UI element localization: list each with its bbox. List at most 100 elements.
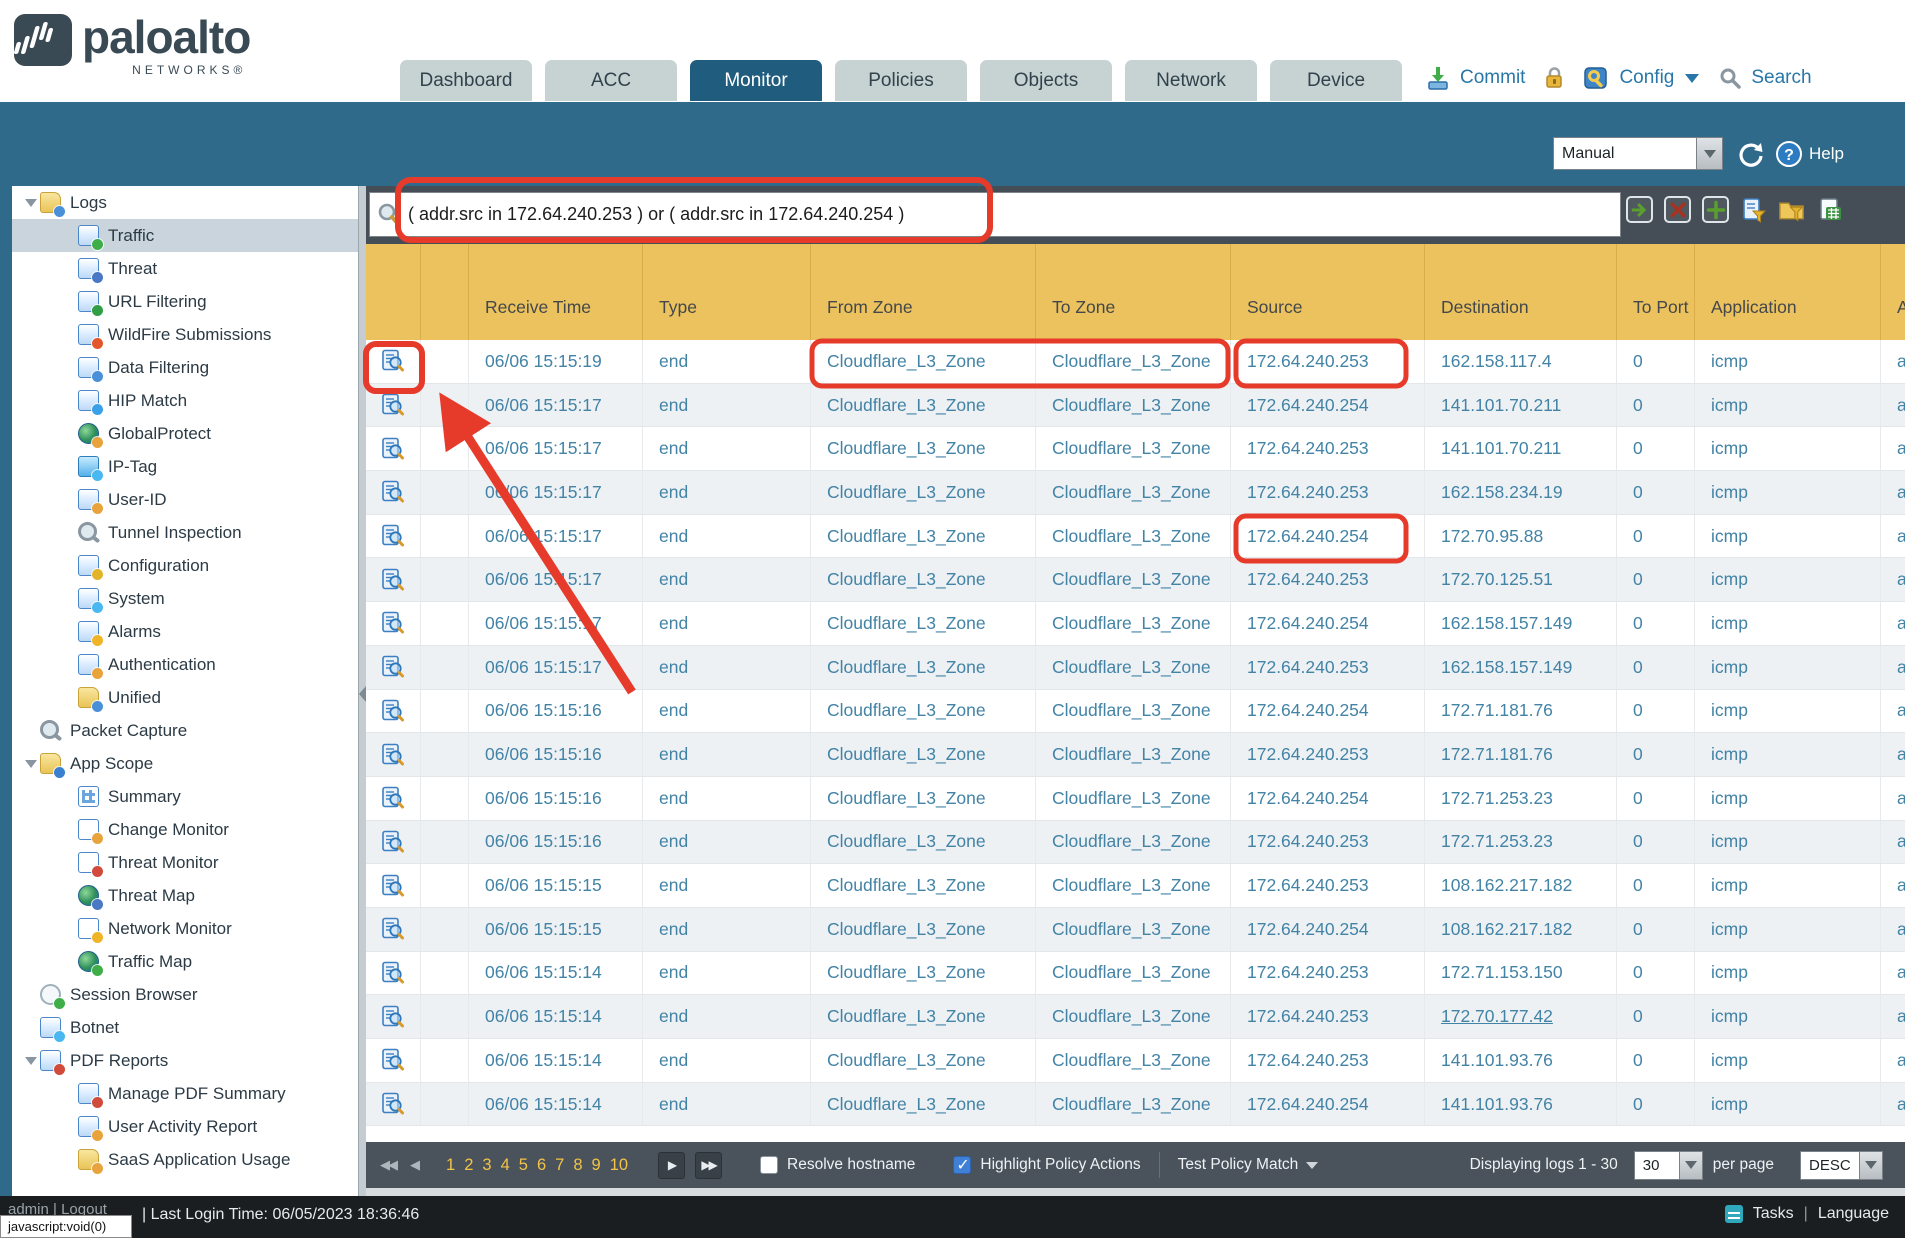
cell-action[interactable]: al [1880,1083,1905,1126]
cell-type[interactable]: end [642,952,810,995]
highlight-policy-checkbox[interactable] [953,1156,971,1174]
column-header-receive-time[interactable]: Receive Time [468,244,642,340]
cell-source[interactable]: 172.64.240.254 [1230,690,1424,733]
sidebar-item-packet-capture[interactable]: Packet Capture [12,714,358,747]
cell-to-zone[interactable]: Cloudflare_L3_Zone [1035,995,1230,1038]
cell-receive-time[interactable]: 06/06 15:15:17 [468,515,642,558]
cell-receive-time[interactable]: 06/06 15:15:17 [468,471,642,514]
sidebar-item-change-monitor[interactable]: Change Monitor [12,813,358,846]
cell-receive-time[interactable]: 06/06 15:15:16 [468,690,642,733]
cell-from-zone[interactable]: Cloudflare_L3_Zone [810,733,1035,776]
cell-destination[interactable]: 141.101.70.211 [1424,384,1616,427]
sidebar-item-data-filtering[interactable]: Data Filtering [12,351,358,384]
cell-application[interactable]: icmp [1694,690,1880,733]
expander-icon[interactable] [22,760,40,768]
cell-to-zone[interactable]: Cloudflare_L3_Zone [1035,384,1230,427]
page-number-8[interactable]: 8 [573,1156,582,1175]
search-button[interactable]: Search [1751,67,1811,89]
cell-destination[interactable]: 162.158.157.149 [1424,602,1616,645]
column-header-ac[interactable]: Ac [1880,244,1905,340]
cell-type[interactable]: end [642,864,810,907]
sort-order-dropdown-button[interactable] [1860,1151,1883,1180]
cell-detail[interactable] [366,1039,420,1082]
cell-to-zone[interactable]: Cloudflare_L3_Zone [1035,908,1230,951]
cell-application[interactable]: icmp [1694,1039,1880,1082]
cell-to-port[interactable]: 0 [1616,1083,1694,1126]
page-number-2[interactable]: 2 [464,1156,473,1175]
cell-destination[interactable]: 108.162.217.182 [1424,908,1616,951]
tab-device[interactable]: Device [1270,60,1402,101]
cell-from-zone[interactable]: Cloudflare_L3_Zone [810,646,1035,689]
cell-to-zone[interactable]: Cloudflare_L3_Zone [1035,515,1230,558]
cell-receive-time[interactable]: 06/06 15:15:17 [468,427,642,470]
page-number-9[interactable]: 9 [592,1156,601,1175]
sidebar-item-user-activity-report[interactable]: User Activity Report [12,1110,358,1143]
cell-destination[interactable]: 162.158.234.19 [1424,471,1616,514]
cell-source[interactable]: 172.64.240.253 [1230,864,1424,907]
cell-to-zone[interactable]: Cloudflare_L3_Zone [1035,340,1230,383]
sidebar-item-pdf-reports[interactable]: PDF Reports [12,1044,358,1077]
column-header-application[interactable]: Application [1694,244,1880,340]
clear-filter-button[interactable] [1664,196,1691,223]
cell-action[interactable]: al [1880,952,1905,995]
cell-to-port[interactable]: 0 [1616,340,1694,383]
cell-action[interactable]: al [1880,646,1905,689]
save-filter-button[interactable] [1740,196,1767,223]
cell-detail[interactable] [366,733,420,776]
cell-detail[interactable] [366,908,420,951]
cell-detail[interactable] [366,777,420,820]
page-number-10[interactable]: 10 [610,1156,628,1175]
cell-to-port[interactable]: 0 [1616,646,1694,689]
tab-network[interactable]: Network [1125,60,1257,101]
cell-destination[interactable]: 172.71.153.150 [1424,952,1616,995]
apply-filter-button[interactable] [1626,196,1653,223]
cell-type[interactable]: end [642,821,810,864]
cell-to-port[interactable]: 0 [1616,908,1694,951]
column-header-to-zone[interactable]: To Zone [1035,244,1230,340]
cell-to-port[interactable]: 0 [1616,690,1694,733]
cell-to-zone[interactable]: Cloudflare_L3_Zone [1035,602,1230,645]
cell-to-port[interactable]: 0 [1616,427,1694,470]
cell-action[interactable]: al [1880,471,1905,514]
page-size-select[interactable]: 30 [1634,1151,1703,1180]
cell-destination[interactable]: 172.71.253.23 [1424,777,1616,820]
cell-from-zone[interactable]: Cloudflare_L3_Zone [810,515,1035,558]
expander-icon[interactable] [22,199,40,207]
cell-type[interactable]: end [642,646,810,689]
splitter-collapse-handle[interactable] [359,686,366,702]
sidebar-item-traffic[interactable]: Traffic [12,219,358,252]
sidebar-item-summary[interactable]: Summary [12,780,358,813]
help-button[interactable]: ? Help [1775,140,1844,168]
cell-to-zone[interactable]: Cloudflare_L3_Zone [1035,646,1230,689]
cell-from-zone[interactable]: Cloudflare_L3_Zone [810,602,1035,645]
tab-acc[interactable]: ACC [545,60,677,101]
sidebar-item-configuration[interactable]: Configuration [12,549,358,582]
cell-type[interactable]: end [642,733,810,776]
cell-from-zone[interactable]: Cloudflare_L3_Zone [810,821,1035,864]
page-number-3[interactable]: 3 [482,1156,491,1175]
column-header-from-zone[interactable]: From Zone [810,244,1035,340]
cell-to-port[interactable]: 0 [1616,777,1694,820]
cell-application[interactable]: icmp [1694,995,1880,1038]
cell-destination[interactable]: 172.70.177.42 [1424,995,1616,1038]
refresh-mode-select[interactable]: Manual [1553,137,1723,170]
sidebar-item-hip-match[interactable]: HIP Match [12,384,358,417]
cell-from-zone[interactable]: Cloudflare_L3_Zone [810,558,1035,601]
cell-to-zone[interactable]: Cloudflare_L3_Zone [1035,690,1230,733]
cell-type[interactable]: end [642,995,810,1038]
cell-application[interactable]: icmp [1694,908,1880,951]
cell-type[interactable]: end [642,515,810,558]
cell-from-zone[interactable]: Cloudflare_L3_Zone [810,340,1035,383]
cell-action[interactable]: al [1880,515,1905,558]
cell-application[interactable]: icmp [1694,602,1880,645]
cell-detail[interactable] [366,471,420,514]
cell-to-port[interactable]: 0 [1616,995,1694,1038]
sidebar-item-logs[interactable]: Logs [12,186,358,219]
cell-receive-time[interactable]: 06/06 15:15:14 [468,995,642,1038]
cell-source[interactable]: 172.64.240.254 [1230,515,1424,558]
cell-source[interactable]: 172.64.240.253 [1230,821,1424,864]
cell-detail[interactable] [366,602,420,645]
cell-to-zone[interactable]: Cloudflare_L3_Zone [1035,1083,1230,1126]
cell-application[interactable]: icmp [1694,384,1880,427]
cell-application[interactable]: icmp [1694,646,1880,689]
